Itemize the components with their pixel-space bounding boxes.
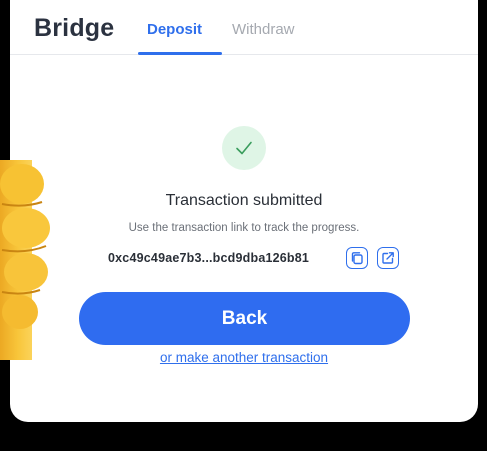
- open-explorer-button[interactable]: [377, 247, 399, 269]
- status-title: Transaction submitted: [165, 192, 323, 209]
- thumbs-up-hand-icon: [0, 160, 50, 360]
- tab-withdraw[interactable]: Withdraw: [232, 21, 295, 38]
- tab-deposit[interactable]: Deposit: [147, 21, 202, 38]
- copy-button[interactable]: [346, 247, 368, 269]
- brand-title: Bridge: [34, 14, 115, 42]
- transaction-row: 0xc49c49ae7b3...bcd9dba126b81: [10, 246, 478, 272]
- copy-icon: [351, 252, 363, 265]
- make-another-transaction-link[interactable]: or make another transaction: [10, 350, 478, 365]
- check-icon: [236, 141, 252, 155]
- back-button[interactable]: Back: [79, 292, 410, 345]
- active-tab-indicator: [138, 52, 222, 55]
- status-subtitle: Use the transaction link to track the pr…: [128, 222, 360, 234]
- external-link-icon: [382, 252, 394, 264]
- transaction-hash: 0xc49c49ae7b3...bcd9dba126b81: [108, 251, 310, 265]
- success-badge: [222, 126, 266, 170]
- bridge-card: Bridge Deposit Withdraw Transaction subm…: [10, 0, 478, 422]
- screenshot-stage: Bridge Deposit Withdraw Transaction subm…: [0, 0, 487, 451]
- card-header: Bridge Deposit Withdraw: [10, 0, 478, 55]
